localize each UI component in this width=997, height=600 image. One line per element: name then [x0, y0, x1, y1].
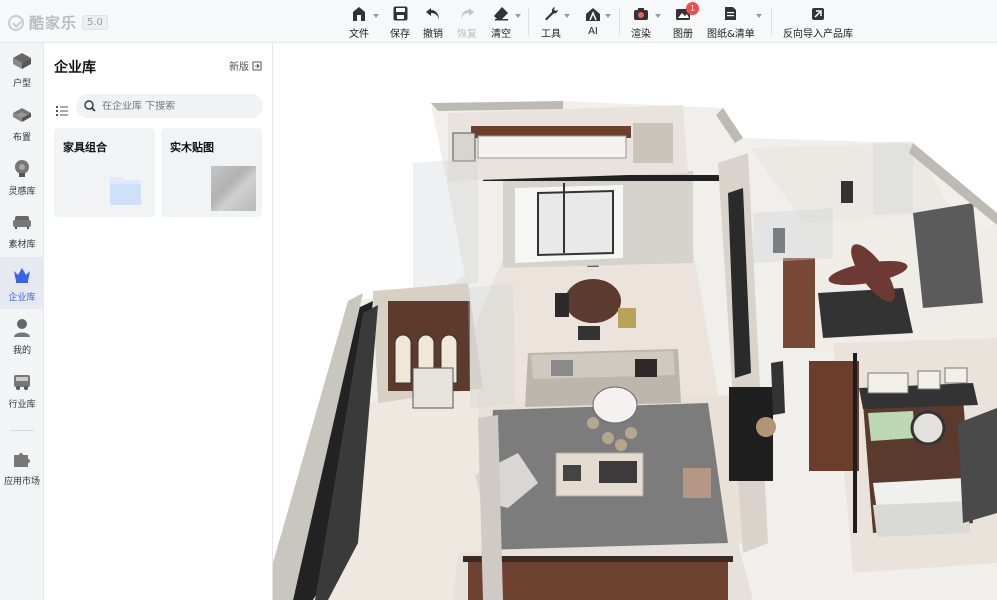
tools-button[interactable]: 工具 — [540, 4, 562, 40]
rail-item-floorplan[interactable]: 户型 — [0, 43, 44, 95]
version-badge: 5.0 — [82, 15, 108, 30]
render-button[interactable]: 渲染 — [630, 4, 652, 40]
file-button[interactable]: 文件 — [348, 4, 370, 40]
user-icon — [11, 317, 33, 339]
toolbar-divider — [619, 8, 620, 36]
floorplan-icon — [11, 50, 33, 72]
enterprise-library-panel: 企业库 新版 家具组合 实木贴图 — [44, 43, 273, 600]
rail-item-app-market[interactable]: 应用市场 — [0, 441, 44, 493]
search-icon — [84, 100, 96, 112]
logo-icon — [8, 14, 24, 31]
ai-house-icon — [582, 4, 604, 24]
render-dropdown-caret[interactable] — [655, 14, 661, 18]
file-icon — [348, 4, 370, 23]
rail-item-enterprise[interactable]: 企业库 — [0, 257, 44, 309]
tools-dropdown-caret[interactable] — [564, 14, 570, 18]
undo-button[interactable]: 撤销 — [422, 4, 444, 40]
ai-dropdown-caret[interactable] — [605, 14, 611, 18]
lightbulb-icon — [11, 158, 33, 180]
top-toolbar: 酷家乐 5.0 文件 保存 撤销 恢复 清空 工具 AI 渲染 1 图册 图纸&… — [0, 0, 997, 43]
app-logo: 酷家乐 5.0 — [8, 12, 108, 33]
clear-dropdown-caret[interactable] — [515, 14, 521, 18]
album-button[interactable]: 1 图册 — [672, 2, 699, 40]
save-icon — [389, 4, 411, 23]
left-nav-rail: 户型 布置 灵感库 素材库 企业库 我的 行业库 应用市场 — [0, 43, 44, 600]
undo-icon — [422, 4, 444, 23]
rail-item-industry[interactable]: 行业库 — [0, 364, 44, 416]
logo-text: 酷家乐 — [29, 14, 78, 32]
category-card-wood-texture[interactable]: 实木贴图 — [161, 128, 262, 217]
search-input[interactable] — [102, 100, 242, 112]
crown-icon — [11, 264, 33, 286]
folder-icon — [110, 177, 141, 205]
list-view-icon[interactable] — [56, 101, 68, 120]
camera-icon — [630, 4, 652, 23]
drawings-button[interactable]: 图纸&清单 — [707, 4, 755, 40]
panel-title: 企业库 — [54, 60, 96, 76]
redo-button[interactable]: 恢复 — [456, 4, 478, 40]
category-card-furniture-combo[interactable]: 家具组合 — [54, 128, 155, 217]
sofa-icon — [11, 211, 33, 233]
rail-item-materials[interactable]: 素材库 — [0, 204, 44, 256]
redo-icon — [456, 4, 478, 23]
toolbar-divider — [771, 8, 772, 36]
rail-item-mine[interactable]: 我的 — [0, 310, 44, 362]
album-badge: 1 — [686, 2, 699, 15]
puzzle-icon — [11, 448, 33, 470]
clear-button[interactable]: 清空 — [490, 4, 512, 40]
drawings-dropdown-caret[interactable] — [756, 14, 762, 18]
texture-thumbnail — [211, 166, 256, 211]
import-icon — [807, 4, 829, 23]
toolbar-divider — [528, 8, 529, 36]
floorplan-3d-render — [273, 101, 997, 600]
switch-version-icon — [252, 61, 262, 70]
layout-icon — [11, 104, 33, 126]
document-icon — [720, 4, 742, 23]
new-version-toggle[interactable]: 新版 — [229, 58, 262, 73]
eraser-icon — [490, 4, 512, 23]
rail-item-inspiration[interactable]: 灵感库 — [0, 151, 44, 203]
reverse-import-button[interactable]: 反向导入产品库 — [783, 4, 853, 40]
search-box[interactable] — [76, 94, 263, 118]
rail-item-layout[interactable]: 布置 — [0, 97, 44, 149]
ai-button[interactable]: AI — [582, 4, 604, 40]
3d-viewport[interactable] — [273, 43, 997, 600]
file-dropdown-caret[interactable] — [373, 14, 379, 18]
save-button[interactable]: 保存 — [389, 4, 411, 40]
wrench-icon — [540, 4, 562, 23]
rail-divider — [10, 430, 34, 431]
album-icon: 1 — [672, 2, 699, 23]
truck-icon — [11, 371, 33, 393]
